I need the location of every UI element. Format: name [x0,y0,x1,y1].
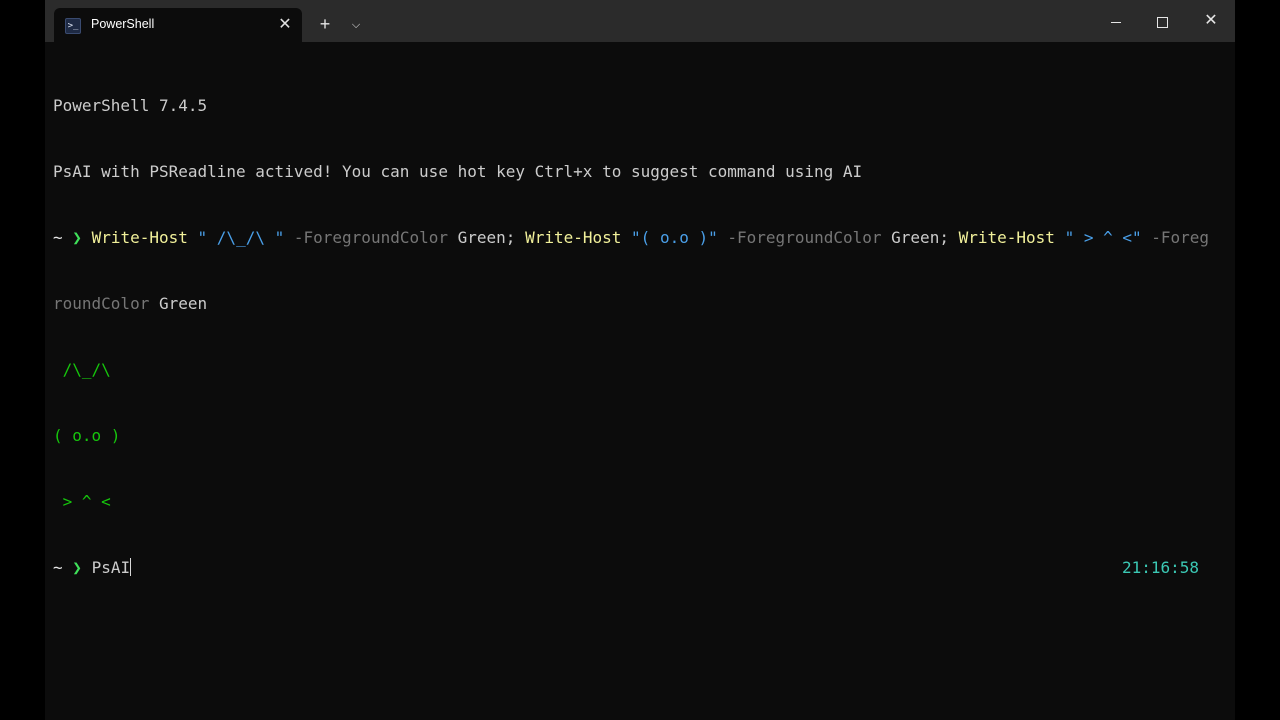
close-window-button[interactable]: ✕ [1188,8,1234,34]
prompt-clock: 21:16:58 [1122,558,1200,577]
argument: Green; [457,228,516,247]
banner-message: PsAI with PSReadline actived! You can us… [53,162,863,181]
current-input[interactable]: PsAI [92,558,131,577]
argument: Green [158,294,208,313]
tab-powershell[interactable]: >_ PowerShell ✕ [54,8,302,42]
text-cursor [130,558,132,576]
string-literal: "( o.o )" [631,228,718,247]
prompt-chevron: ❯ [72,228,82,247]
chevron-down-icon[interactable]: ⌵ [345,13,367,37]
title-bar: >_ PowerShell ✕ + ⌵ ✕ [45,0,1235,42]
command-line-1-wrap: roundColor Green [53,293,1223,315]
cmdlet: Write-Host [525,228,622,247]
parameter: -ForegroundColor [727,228,882,247]
string-literal: " /\_/\ " [197,228,285,247]
string-literal: " > ^ <" [1064,228,1142,247]
prompt-chevron: ❯ [72,558,82,577]
cmdlet: Write-Host [958,228,1055,247]
maximize-button[interactable] [1139,8,1185,34]
minimize-button[interactable] [1093,8,1139,34]
parameter: roundColor [53,294,150,313]
prompt-tilde: ~ [53,558,63,577]
cmdlet: Write-Host [91,228,188,247]
output-line: ( o.o ) [53,426,121,445]
terminal-window: >_ PowerShell ✕ + ⌵ ✕ PowerShell 7.4.5 P… [45,0,1235,720]
new-tab-button[interactable]: + [313,13,337,37]
terminal-output[interactable]: PowerShell 7.4.5 PsAI with PSReadline ac… [53,51,1223,711]
output-line: /\_/\ [53,360,111,379]
prompt-tilde: ~ [53,228,63,247]
parameter: -ForegroundColor [293,228,448,247]
banner-version: PowerShell 7.4.5 [53,96,208,115]
command-line-1: ~ ❯ Write-Host " /\_/\ " -ForegroundColo… [53,227,1223,249]
maximize-icon [1156,16,1168,28]
output-line: > ^ < [53,492,111,511]
minimize-icon [1111,21,1121,23]
tab-title: PowerShell [91,17,155,31]
parameter: -Foreg [1151,228,1210,247]
tab-close-icon[interactable]: ✕ [274,14,296,36]
powershell-icon: >_ [65,18,81,34]
argument: Green; [891,228,949,247]
current-prompt-line: ~ ❯ PsAI 21:16:58 [53,557,1223,579]
